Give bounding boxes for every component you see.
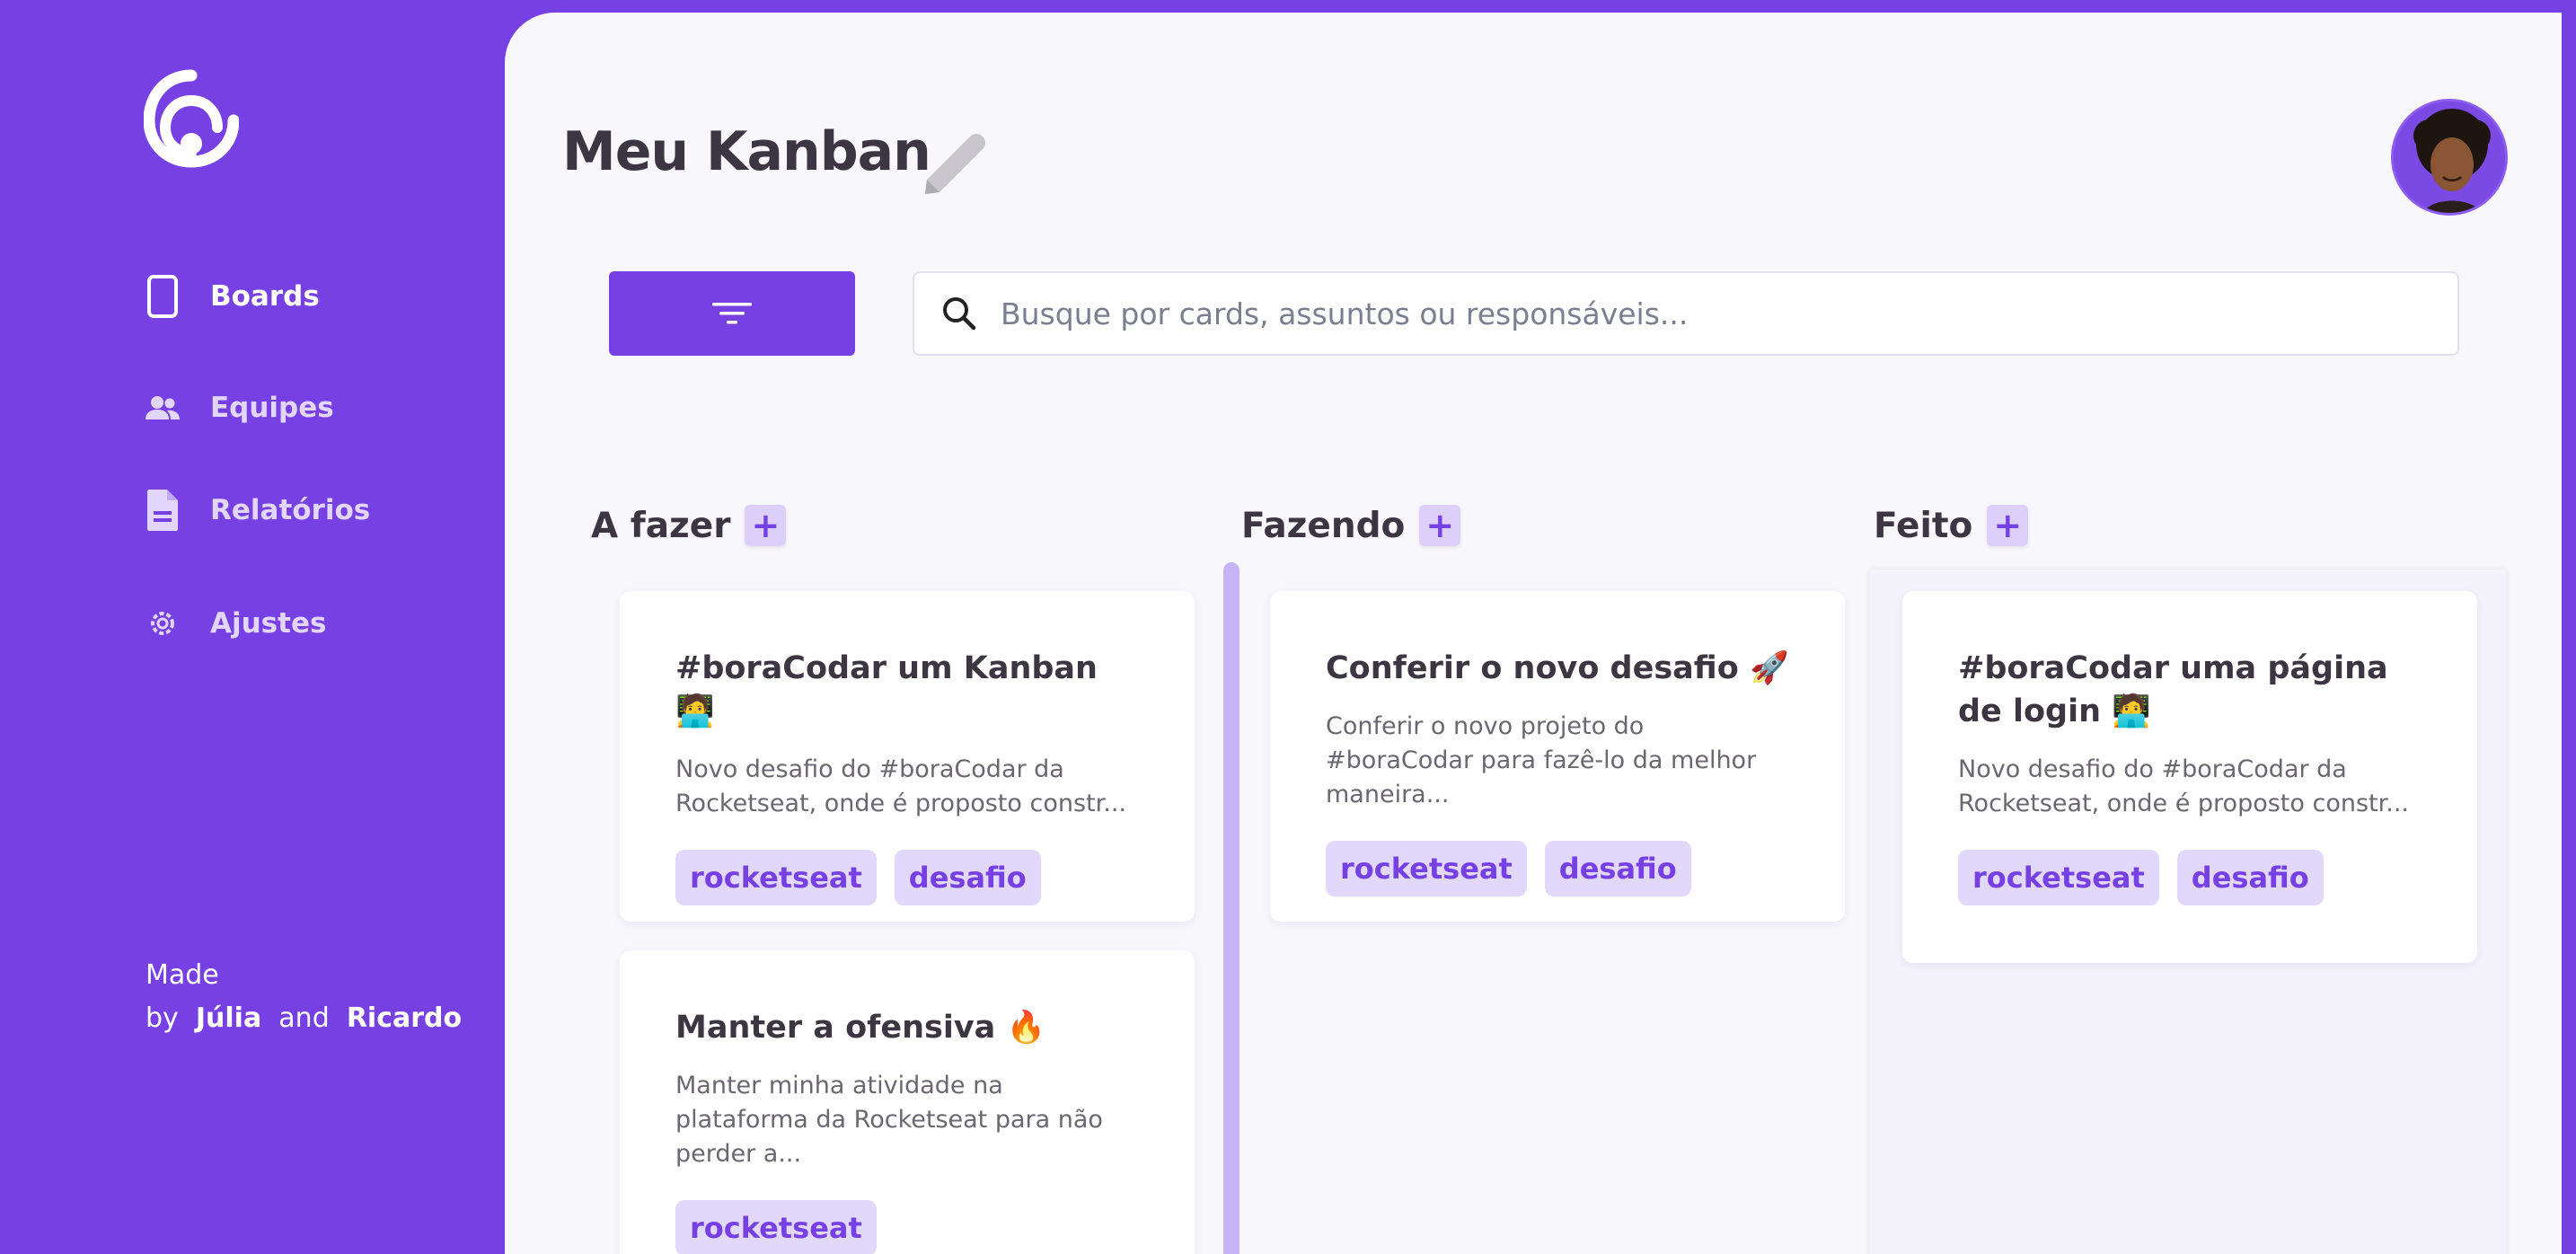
kanban-card[interactable]: Conferir o novo desafio 🚀 Conferir o nov… (1270, 591, 1845, 922)
sidebar-item-equipes[interactable]: Equipes (144, 381, 431, 435)
credit-and: and (278, 1002, 330, 1034)
document-icon (144, 487, 181, 534)
add-card-button[interactable]: + (1987, 505, 2029, 546)
tag[interactable]: desafio (2176, 850, 2324, 905)
tag[interactable]: rocketseat (675, 1200, 877, 1254)
credit-by: by (146, 1002, 179, 1034)
card-description: Novo desafio do #boraCodar da Rocketseat… (1958, 755, 2409, 817)
column-title: A fazer (591, 505, 731, 546)
card-description: Conferir o novo projeto do #boraCodar pa… (1326, 712, 1757, 808)
team-icon (144, 384, 181, 431)
filter-icon (712, 303, 752, 324)
card-tags: rocketseat (675, 1200, 1139, 1254)
sidebar-item-label: Ajustes (210, 607, 327, 640)
kanban-card[interactable]: #boraCodar uma página de login 🧑‍💻 Novo … (1902, 591, 2477, 963)
credit-line: by Júlia and Ricardo (146, 997, 462, 1040)
tag[interactable]: rocketseat (1326, 841, 1527, 896)
card-tags: rocketseat desafio (1326, 841, 1789, 896)
tag[interactable]: rocketseat (1958, 850, 2159, 905)
card-title: Conferir o novo desafio 🚀 (1326, 650, 1789, 686)
sidebar-item-relatorios[interactable]: Relatórios (144, 483, 431, 537)
sidebar-item-label: Boards (210, 280, 320, 313)
column-header-a-fazer: A fazer + (591, 505, 787, 546)
column-scrollbar[interactable] (1223, 562, 1239, 1254)
kanban-card[interactable]: #boraCodar um Kanban 🧑‍💻 Novo desafio do… (620, 591, 1195, 922)
column-header-feito: Feito + (1874, 505, 2029, 546)
column-header-fazendo: Fazendo + (1241, 505, 1461, 546)
sidebar-item-boards[interactable]: Boards (144, 269, 431, 323)
sidebar-item-label: Relatórios (210, 494, 371, 526)
card-description: Manter minha atividade na plataforma da … (675, 1072, 1103, 1168)
card-description: Novo desafio do #boraCodar da Rocketseat… (675, 755, 1126, 817)
avatar[interactable] (2391, 99, 2508, 216)
tag[interactable]: desafio (894, 850, 1041, 905)
add-card-button[interactable]: + (1419, 505, 1461, 546)
column-title: Feito (1874, 505, 1973, 546)
main-panel: Meu Kanban A fazer (505, 13, 2562, 1254)
credit-author-1: Júlia (195, 1002, 262, 1034)
card-tags: rocketseat desafio (675, 850, 1139, 905)
credit-author-2: Ricardo (346, 1002, 463, 1034)
tag[interactable]: desafio (1544, 841, 1691, 896)
gear-icon (144, 600, 181, 647)
sidebar-item-ajustes[interactable]: Ajustes (144, 596, 431, 650)
credit-made: Made (146, 959, 219, 991)
card-title: #boraCodar uma página de login 🧑‍💻 (1958, 650, 2388, 729)
logo-icon (144, 69, 239, 168)
edit-icon[interactable] (914, 117, 995, 198)
sidebar: Boards Equipes Relatórios Ajustes Made b… (0, 0, 505, 1254)
kanban-card[interactable]: Manter a ofensiva 🔥 Manter minha ativida… (620, 950, 1195, 1254)
add-card-button[interactable]: + (745, 505, 787, 546)
filter-button[interactable] (609, 271, 855, 356)
column-title: Fazendo (1241, 505, 1406, 546)
search-bar (913, 271, 2459, 356)
card-title: Manter a ofensiva 🔥 (675, 1010, 1046, 1046)
search-input[interactable] (1001, 296, 2402, 331)
tag[interactable]: rocketseat (675, 850, 877, 905)
search-icon (943, 297, 976, 331)
credit: Made by Júlia and Ricardo (146, 954, 462, 1040)
card-title: #boraCodar um Kanban 🧑‍💻 (675, 650, 1098, 729)
page-title: Meu Kanban (562, 120, 931, 183)
sidebar-item-label: Equipes (210, 392, 334, 424)
board-icon (144, 273, 181, 320)
card-tags: rocketseat desafio (1958, 850, 2422, 905)
